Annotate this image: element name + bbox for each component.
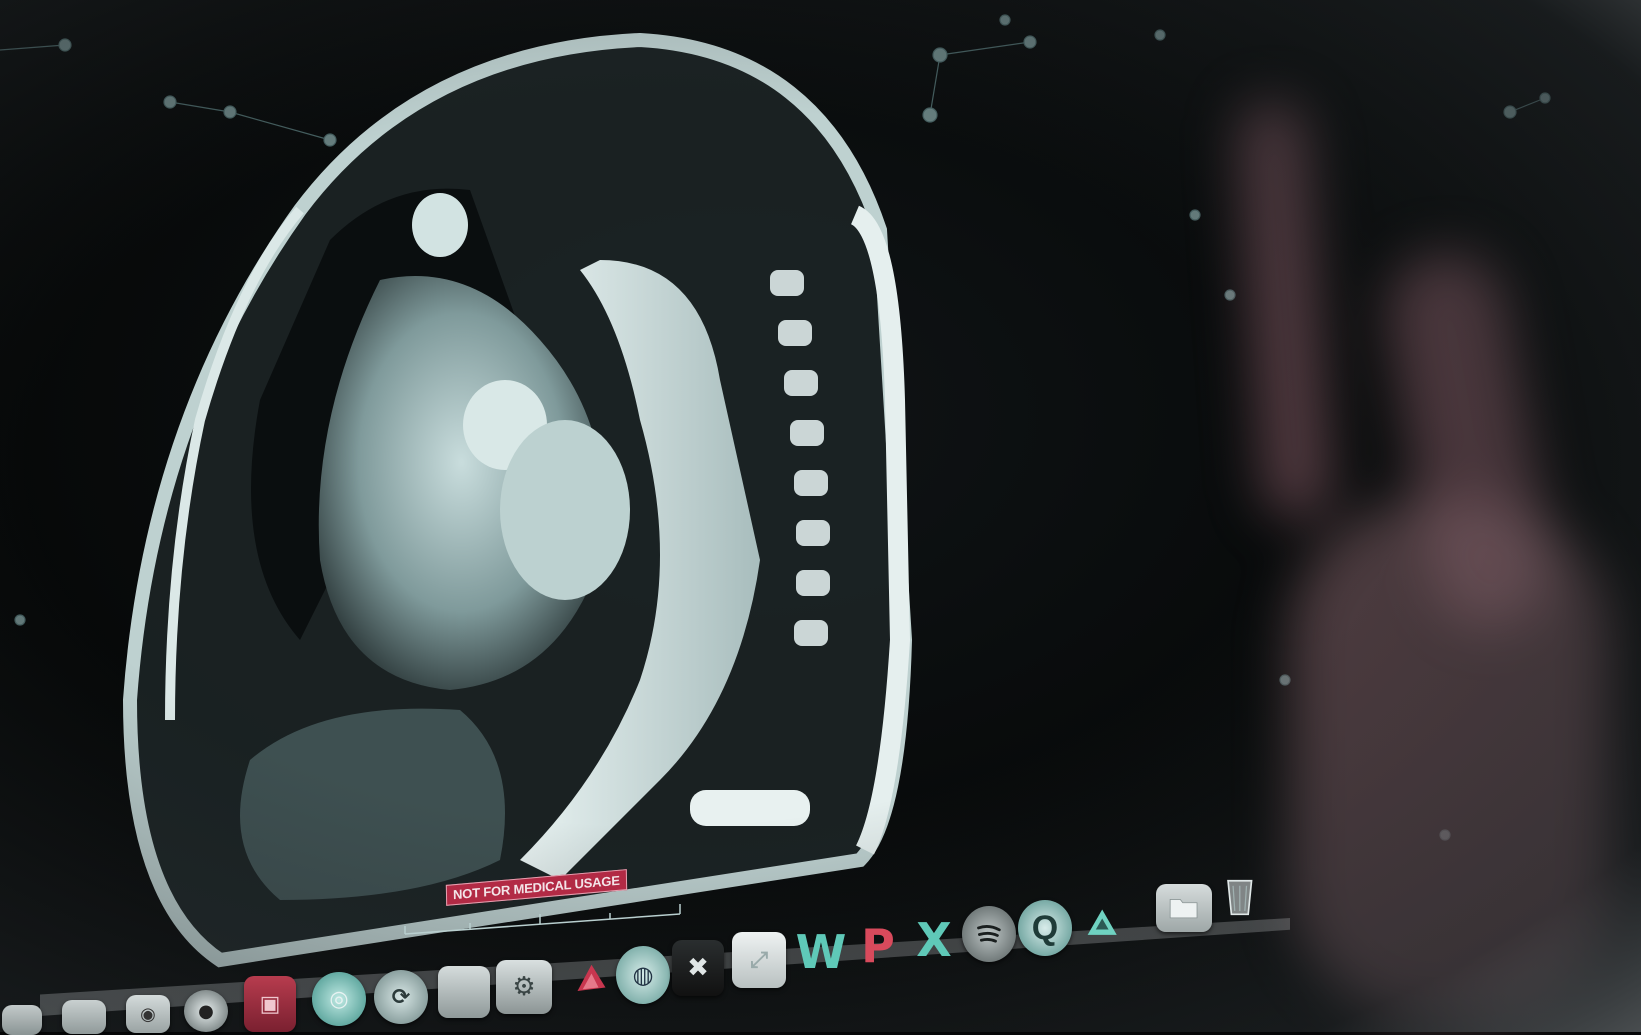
dock-item-powerpoint[interactable]: P [852, 918, 904, 974]
monitor-screen: NOT FOR MEDICAL USAGE ◉ ● ▣ ◎ ⟳ ⚙ ◍ ✖ ⤢ … [0, 0, 1641, 1035]
dock-item-trash[interactable] [1216, 866, 1264, 928]
dock-item-12[interactable]: ✖ [672, 940, 724, 996]
vessel-top [412, 193, 468, 257]
powerpoint-icon: P [861, 919, 895, 973]
tools-icon: ✖ [687, 953, 709, 983]
left-atrium [500, 420, 630, 600]
dock-item-3[interactable]: ◉ [126, 995, 170, 1033]
dock-item-9[interactable]: ⚙ [496, 960, 552, 1014]
lower-highlight [690, 790, 810, 826]
triangle-app-icon [1087, 909, 1117, 935]
settings-icon: ⚙ [512, 972, 536, 1002]
dock-item-folder[interactable] [1156, 884, 1212, 932]
dock-item-quicktime[interactable]: Q [1018, 900, 1072, 956]
photo-icon: ▣ [259, 991, 281, 1017]
dock-item-4[interactable]: ● [184, 990, 228, 1032]
photo-booth-icon: ◉ [140, 1003, 156, 1025]
dock-item-triangle[interactable] [1076, 896, 1128, 948]
folder-icon [1170, 899, 1198, 919]
dock-item-5[interactable]: ▣ [244, 976, 296, 1032]
excel-icon: X [916, 913, 952, 967]
trash-icon [1227, 880, 1253, 916]
word-icon: W [795, 925, 847, 979]
dock: ◉ ● ▣ ◎ ⟳ ⚙ ◍ ✖ ⤢ W P X Q [0, 880, 1300, 1035]
dock-item-13[interactable]: ⤢ [732, 932, 786, 988]
dock-item-spotify[interactable] [962, 906, 1016, 962]
mri-scan-image [0, 14, 1551, 968]
spotify-icon [977, 925, 1001, 943]
quicktime-icon: Q [1031, 908, 1059, 947]
globe-icon: ◍ [632, 961, 654, 989]
matlab-icon [577, 964, 605, 992]
dock-item-excel[interactable]: X [908, 912, 960, 968]
circle-app-icon: ◎ [329, 986, 349, 1012]
dock-item-6[interactable]: ◎ [312, 972, 366, 1026]
dock-item-11[interactable]: ◍ [616, 946, 670, 1004]
dock-item-1[interactable] [2, 1005, 42, 1035]
dock-item-2[interactable] [62, 1000, 106, 1034]
dock-item-10[interactable] [566, 948, 616, 1010]
dock-item-7[interactable]: ⟳ [374, 970, 428, 1024]
camera-icon: ● [198, 1000, 214, 1022]
dock-item-8[interactable] [438, 966, 490, 1018]
preview-icon: ⤢ [750, 947, 768, 973]
dock-item-word[interactable]: W [794, 924, 848, 980]
sync-icon: ⟳ [391, 984, 411, 1010]
